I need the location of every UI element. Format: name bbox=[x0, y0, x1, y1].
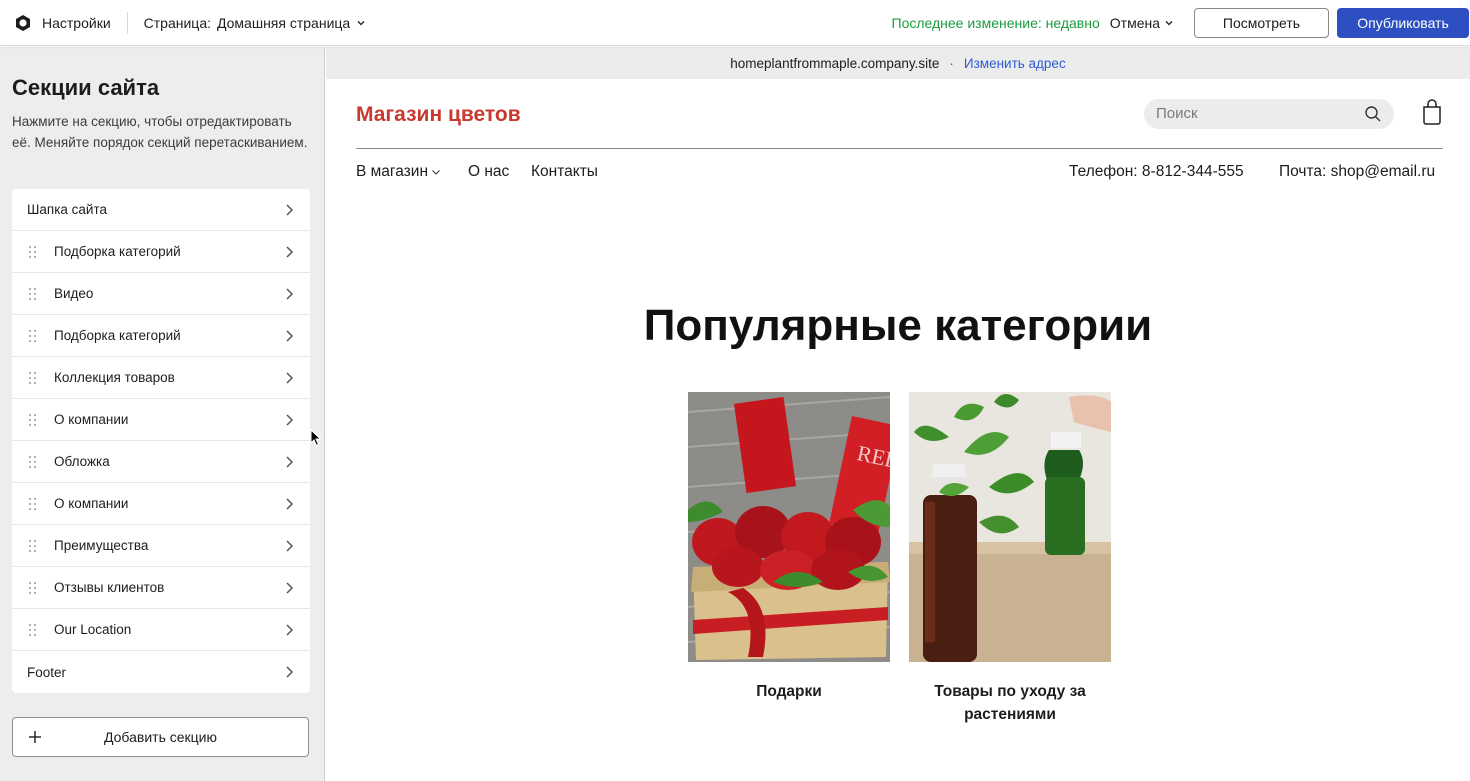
chevron-down-icon bbox=[1165, 20, 1173, 25]
store-name[interactable]: Магазин цветов bbox=[356, 103, 521, 127]
section-item[interactable]: Обложка bbox=[12, 441, 310, 483]
store-header[interactable]: Магазин цветов Поиск bbox=[356, 95, 1443, 149]
popular-categories-heading: Популярные категории bbox=[643, 301, 1153, 350]
divider bbox=[126, 11, 128, 34]
cancel-dropdown[interactable]: Отмена bbox=[1110, 15, 1174, 31]
chevron-down-icon bbox=[357, 20, 365, 25]
category-card-plant-care[interactable]: Товары по уходу за растениями bbox=[909, 392, 1111, 726]
search-icon[interactable] bbox=[1364, 105, 1382, 123]
chevron-right-icon bbox=[286, 288, 294, 300]
section-item[interactable]: Our Location bbox=[12, 609, 310, 651]
settings-button[interactable]: Настройки bbox=[0, 0, 111, 45]
section-item-label: Шапка сайта bbox=[27, 202, 107, 217]
chevron-right-icon bbox=[286, 498, 294, 510]
category-image-gifts[interactable]: RED bbox=[688, 392, 890, 662]
sections-sidebar: Секции сайта Нажмите на секцию, чтобы от… bbox=[0, 47, 325, 781]
gift-box-image: RED bbox=[688, 392, 890, 662]
section-item-label: Подборка категорий bbox=[54, 328, 181, 343]
drag-handle-icon[interactable] bbox=[29, 413, 37, 426]
page-selector-label: Страница: bbox=[143, 14, 211, 31]
page-selector-value: Домашняя страница bbox=[217, 14, 351, 31]
chevron-right-icon bbox=[286, 624, 294, 636]
category-card-gifts[interactable]: RED Подарки bbox=[688, 392, 890, 703]
section-item[interactable]: О компании bbox=[12, 483, 310, 525]
nav-contacts[interactable]: Контакты bbox=[531, 163, 598, 181]
nav-shop[interactable]: В магазин bbox=[356, 163, 441, 181]
plant-care-image bbox=[909, 392, 1111, 662]
section-item-label: Преимущества bbox=[54, 538, 149, 553]
section-item-label: Коллекция товаров bbox=[54, 370, 175, 385]
section-item-label: Подборка категорий bbox=[54, 244, 181, 259]
mouse-cursor-icon bbox=[310, 429, 322, 447]
section-list: Шапка сайта Подборка категорий Видео Подбор… bbox=[12, 189, 310, 693]
sidebar-title: Секции сайта bbox=[12, 75, 160, 100]
nav-shop-label: В магазин bbox=[356, 163, 429, 180]
address-separator: · bbox=[949, 55, 954, 71]
site-address: homeplantfrommaple.company.site bbox=[730, 55, 940, 71]
drag-handle-icon[interactable] bbox=[29, 371, 37, 384]
store-email: Почта: shop@email.ru bbox=[1279, 163, 1436, 180]
drag-handle-icon[interactable] bbox=[29, 581, 37, 594]
section-item-label: Our Location bbox=[54, 622, 132, 637]
section-item[interactable]: Подборка категорий bbox=[12, 315, 310, 357]
chevron-right-icon bbox=[286, 372, 294, 384]
add-section-button[interactable]: Добавить секцию bbox=[12, 717, 309, 757]
sidebar-description: Нажмите на секцию, чтобы отредактировать… bbox=[12, 114, 308, 150]
store-nav: В магазин О нас Контакты Телефон: 8-812-… bbox=[356, 163, 1443, 185]
section-item-label: Видео bbox=[54, 286, 94, 301]
chevron-right-icon bbox=[286, 582, 294, 594]
change-address-link[interactable]: Изменить адрес bbox=[964, 56, 1066, 71]
drag-handle-icon[interactable] bbox=[29, 287, 37, 300]
drag-handle-icon[interactable] bbox=[29, 539, 37, 552]
section-item[interactable]: Коллекция товаров bbox=[12, 357, 310, 399]
preview-button[interactable]: Посмотреть bbox=[1194, 7, 1329, 38]
section-item-label: Footer bbox=[27, 664, 67, 680]
section-item[interactable]: Преимущества bbox=[12, 525, 310, 567]
page-selector[interactable]: Страница: Домашняя страница bbox=[144, 15, 367, 31]
category-title-gifts[interactable]: Подарки bbox=[688, 680, 890, 703]
store-phone: Телефон: 8-812-344-555 bbox=[1069, 163, 1244, 180]
chevron-down-icon bbox=[432, 170, 440, 175]
site-preview: homeplantfrommaple.company.site · Измени… bbox=[326, 47, 1470, 781]
section-item[interactable]: Footer bbox=[12, 651, 310, 693]
category-title-plant-care[interactable]: Товары по уходу за растениями bbox=[909, 680, 1111, 726]
chevron-right-icon bbox=[286, 666, 294, 678]
publish-button[interactable]: Опубликовать bbox=[1337, 7, 1469, 38]
chevron-right-icon bbox=[286, 246, 294, 258]
chevron-right-icon bbox=[286, 456, 294, 468]
drag-handle-icon[interactable] bbox=[29, 329, 37, 342]
drag-handle-icon[interactable] bbox=[29, 623, 37, 636]
chevron-right-icon bbox=[286, 330, 294, 342]
section-item-label: Обложка bbox=[54, 454, 110, 469]
top-toolbar: Настройки Страница: Домашняя страница По… bbox=[0, 0, 1470, 46]
section-item[interactable]: Подборка категорий bbox=[12, 231, 310, 273]
section-item[interactable]: О компании bbox=[12, 399, 310, 441]
section-item-label: О компании bbox=[54, 496, 129, 511]
drag-handle-icon[interactable] bbox=[29, 497, 37, 510]
add-section-label: Добавить секцию bbox=[103, 729, 217, 745]
chevron-right-icon bbox=[286, 204, 294, 216]
address-bar: homeplantfrommaple.company.site · Измени… bbox=[326, 47, 1470, 79]
section-item[interactable]: Видео bbox=[12, 273, 310, 315]
settings-label: Настройки bbox=[42, 14, 111, 31]
search-placeholder: Поиск bbox=[1156, 105, 1198, 122]
cart-bag-icon[interactable] bbox=[1421, 99, 1443, 125]
plus-icon bbox=[29, 731, 41, 743]
app-logo-icon bbox=[16, 14, 30, 31]
cancel-label: Отмена bbox=[1109, 14, 1160, 31]
drag-handle-icon[interactable] bbox=[29, 455, 37, 468]
chevron-right-icon bbox=[286, 540, 294, 552]
category-image-plant-care[interactable] bbox=[909, 392, 1111, 662]
nav-about[interactable]: О нас bbox=[468, 163, 509, 181]
last-change-status: Последнее изменение: недавно bbox=[891, 14, 1100, 31]
section-item-label: Отзывы клиентов bbox=[54, 580, 165, 595]
chevron-right-icon bbox=[286, 414, 294, 426]
section-item-label: О компании bbox=[54, 412, 129, 427]
store-search-input[interactable]: Поиск bbox=[1144, 99, 1394, 129]
section-item[interactable]: Шапка сайта bbox=[12, 189, 310, 231]
drag-handle-icon[interactable] bbox=[29, 245, 37, 258]
section-item[interactable]: Отзывы клиентов bbox=[12, 567, 310, 609]
